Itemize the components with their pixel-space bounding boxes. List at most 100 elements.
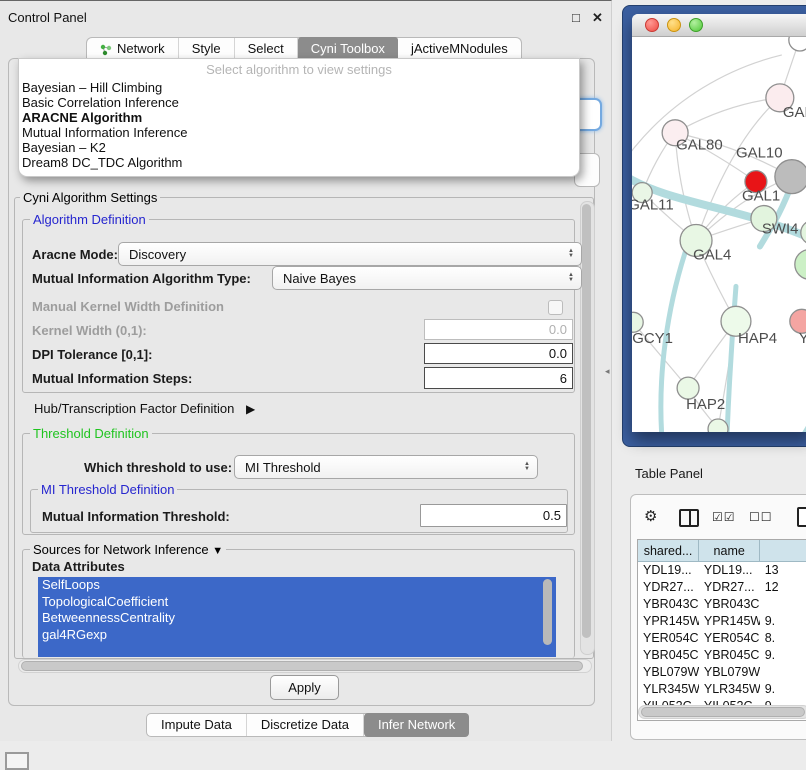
zoom-traffic-light-icon[interactable] xyxy=(689,18,703,32)
algorithm-dropdown-placeholder: Select algorithm to view settings xyxy=(19,62,579,80)
network-node[interactable] xyxy=(789,37,806,51)
attr-list-scrollbar[interactable] xyxy=(543,579,552,645)
export-table-icon[interactable] xyxy=(797,507,806,527)
settings-hscrollbar[interactable] xyxy=(18,659,592,673)
mi-steps-label: Mutual Information Steps: xyxy=(32,371,192,386)
expand-arrow-icon: ▶ xyxy=(246,402,255,416)
table-header-row: shared... name xyxy=(638,540,806,562)
network-canvas[interactable]: GALGAL80GAL10GAL1GAL11SWI4GAL4GCY1HAP4YH… xyxy=(632,37,806,432)
columns-icon[interactable] xyxy=(679,509,699,527)
unselect-all-icon[interactable]: ☐☐ xyxy=(749,510,773,524)
column-header-name[interactable]: name xyxy=(699,540,760,562)
data-attribute-item[interactable]: BetweennessCentrality xyxy=(38,610,556,627)
minimized-panel-icon[interactable] xyxy=(5,752,29,770)
minimize-traffic-light-icon[interactable] xyxy=(667,18,681,32)
data-attributes-list: SelfLoopsTopologicalCoefficientBetweenne… xyxy=(38,577,556,657)
table-row[interactable]: YBL079WYBL079W xyxy=(638,664,806,681)
data-attributes-label: Data Attributes xyxy=(32,559,125,574)
dpi-tolerance-field[interactable]: 0.0 xyxy=(424,343,573,364)
which-threshold-label: Which threshold to use: xyxy=(84,460,232,475)
network-icon xyxy=(100,41,112,59)
network-node-label: GAL10 xyxy=(736,145,783,162)
sources-group-title[interactable]: Sources for Network Inference ▼ xyxy=(30,542,226,557)
network-node-label: HAP2 xyxy=(686,396,725,413)
collapse-arrow-icon: ▼ xyxy=(212,545,223,557)
manual-kernel-label: Manual Kernel Width Definition xyxy=(32,299,224,314)
algorithm-option[interactable]: Bayesian – Hill Climbing xyxy=(19,80,579,95)
algorithm-option[interactable]: Dream8 DC_TDC Algorithm xyxy=(19,155,579,170)
mi-algorithm-type-label: Mutual Information Algorithm Type: xyxy=(32,271,251,286)
panel-divider-handle[interactable]: ◂ xyxy=(605,366,610,377)
mi-threshold-field[interactable]: 0.5 xyxy=(420,504,567,527)
network-node-label: GAL xyxy=(783,104,806,121)
table-row[interactable]: YPR145WYPR145W9. xyxy=(638,613,806,630)
network-node-label: GAL80 xyxy=(676,137,723,154)
data-attribute-item[interactable]: TopologicalCoefficient xyxy=(38,594,556,611)
cyni-settings-group-title: Cyni Algorithm Settings xyxy=(20,190,160,205)
mi-threshold-label: Mutual Information Threshold: xyxy=(42,509,230,524)
table-row[interactable]: YLR345WYLR345W9. xyxy=(638,681,806,698)
algorithm-option[interactable]: ARACNE Algorithm xyxy=(19,110,579,125)
table-hscrollbar[interactable] xyxy=(638,705,806,719)
data-attribute-item[interactable]: SelfLoops xyxy=(38,577,556,594)
network-node[interactable] xyxy=(795,249,806,279)
manual-kernel-checkbox[interactable] xyxy=(548,300,563,315)
control-panel-tabstrip: Network Style Select Cyni Toolbox jActiv… xyxy=(86,37,522,60)
network-window-titlebar[interactable] xyxy=(632,14,806,37)
control-panel-title: Control Panel xyxy=(8,10,87,25)
which-threshold-combo[interactable]: MI Threshold ▲▼ xyxy=(234,455,538,479)
network-view-window: GALGAL80GAL10GAL1GAL11SWI4GAL4GCY1HAP4YH… xyxy=(632,14,806,432)
close-traffic-light-icon[interactable] xyxy=(645,18,659,32)
network-node-label: Y xyxy=(799,330,806,347)
apply-button[interactable]: Apply xyxy=(270,675,339,700)
tab-impute-data[interactable]: Impute Data xyxy=(147,714,247,736)
network-node-label: GCY1 xyxy=(632,330,673,347)
algorithm-option-list: Bayesian – Hill ClimbingBasic Correlatio… xyxy=(19,80,579,170)
mi-steps-field[interactable]: 6 xyxy=(424,367,573,389)
tab-cyni-toolbox[interactable]: Cyni Toolbox xyxy=(298,37,398,60)
control-panel-window: Control Panel □ ✕ Network Style Select C… xyxy=(0,0,612,741)
combo-stepper-icon: ▲▼ xyxy=(568,249,581,259)
algorithm-option[interactable]: Mutual Information Inference xyxy=(19,125,579,140)
mi-threshold-group-title: MI Threshold Definition xyxy=(38,482,177,497)
kernel-width-label: Kernel Width (0,1): xyxy=(32,323,147,338)
combo-stepper-icon: ▲▼ xyxy=(568,273,581,283)
column-header-partial[interactable] xyxy=(760,540,806,562)
tab-discretize-data[interactable]: Discretize Data xyxy=(247,714,364,736)
node-table: shared... name YDL19...YDL19...13YDR27..… xyxy=(637,539,806,721)
float-window-icon[interactable]: □ xyxy=(572,11,580,25)
network-node[interactable] xyxy=(801,221,806,245)
table-row[interactable]: YDL19...YDL19...13 xyxy=(638,562,806,579)
algorithm-option[interactable]: Bayesian – K2 xyxy=(19,140,579,155)
tab-style[interactable]: Style xyxy=(179,38,235,60)
column-header-shared-name[interactable]: shared... xyxy=(638,540,699,562)
algorithm-option[interactable]: Basic Correlation Inference xyxy=(19,95,579,110)
bottom-tabstrip: Impute Data Discretize Data Infer Networ… xyxy=(146,713,469,737)
mi-algorithm-type-combo[interactable]: Naive Bayes ▲▼ xyxy=(272,266,582,290)
tab-select[interactable]: Select xyxy=(235,38,298,60)
tab-infer-network[interactable]: Infer Network xyxy=(364,713,469,737)
aracne-mode-label: Aracne Mode: xyxy=(32,247,118,262)
network-node-label: GAL1 xyxy=(742,188,780,205)
select-all-icon[interactable]: ☑☑ xyxy=(712,510,736,524)
table-row[interactable]: YBR043CYBR043C xyxy=(638,596,806,613)
table-body: YDL19...YDL19...13YDR27...YDR27...12YBR0… xyxy=(638,562,806,715)
kernel-width-field[interactable]: 0.0 xyxy=(424,319,573,340)
close-icon[interactable]: ✕ xyxy=(592,11,603,25)
hub-definition-toggle[interactable]: Hub/Transcription Factor Definition ▶ xyxy=(34,401,255,416)
network-edges-thick xyxy=(632,177,806,432)
threshold-definition-title: Threshold Definition xyxy=(30,426,152,441)
tab-network[interactable]: Network xyxy=(87,38,179,60)
table-row[interactable]: YBR045CYBR045C9. xyxy=(638,647,806,664)
algorithm-definition-title: Algorithm Definition xyxy=(30,212,149,227)
gear-icon[interactable]: ⚙ xyxy=(644,507,657,525)
network-node-label: HAP4 xyxy=(738,330,777,347)
table-row[interactable]: YER054CYER054C8. xyxy=(638,630,806,647)
dpi-tolerance-label: DPI Tolerance [0,1]: xyxy=(32,347,152,362)
table-row[interactable]: YDR27...YDR27...12 xyxy=(638,579,806,596)
data-attribute-item[interactable]: gal4RGexp xyxy=(38,627,556,644)
tab-jactivemnodules[interactable]: jActiveMNodules xyxy=(398,38,521,60)
network-node-label: SWI4 xyxy=(762,221,799,238)
aracne-mode-combo[interactable]: Discovery ▲▼ xyxy=(118,242,582,266)
settings-scrollbar[interactable] xyxy=(580,201,595,655)
